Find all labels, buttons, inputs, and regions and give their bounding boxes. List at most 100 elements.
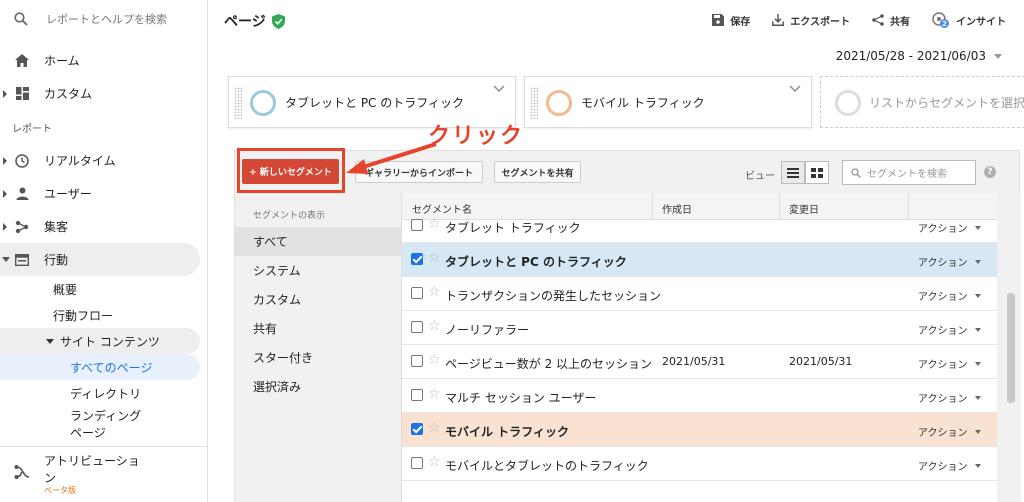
expand-caret-icon: [3, 89, 7, 98]
page-title-text: ページ: [224, 14, 266, 30]
filter-all[interactable]: すべて: [235, 227, 401, 256]
filter-selected[interactable]: 選択済み: [235, 372, 401, 401]
row-checkbox[interactable]: [411, 287, 423, 299]
table-row[interactable]: ☆ マルチ セッション ユーザー アクション: [402, 379, 997, 413]
table-row[interactable]: ☆ トランザクションの発生したセッション アクション: [402, 277, 997, 311]
modified-date: 2021/05/31: [789, 355, 853, 368]
row-checkbox[interactable]: [411, 457, 423, 469]
share-icon: [872, 14, 884, 26]
sidebar-item-behavior-flow[interactable]: 行動フロー: [0, 302, 207, 328]
insights-button[interactable]: 2 インサイト: [932, 12, 1006, 28]
segment-name: ページビュー数が 2 以上のセッション: [445, 357, 653, 371]
report-search[interactable]: レポートとヘルプを検索: [0, 0, 207, 38]
verified-shield-icon: [271, 13, 285, 29]
star-icon[interactable]: ☆: [428, 387, 441, 401]
action-menu[interactable]: アクション: [918, 356, 981, 371]
action-menu[interactable]: アクション: [918, 458, 981, 473]
filter-system[interactable]: システム: [235, 256, 401, 285]
date-range-text: 2021/05/28 - 2021/06/03: [835, 49, 986, 63]
segment-name: マルチ セッション ユーザー: [445, 391, 597, 405]
sidebar-item-home[interactable]: ホーム: [0, 44, 207, 77]
table-row[interactable]: ☆ タブレット トラフィック アクション: [402, 209, 997, 243]
share-segments-button[interactable]: セグメントを共有: [494, 161, 581, 183]
sidebar-item-users[interactable]: ユーザー: [0, 177, 207, 210]
collapse-caret-icon: [46, 338, 54, 344]
star-icon[interactable]: ☆: [428, 285, 441, 299]
table-row[interactable]: ☆ タブレットと PC のトラフィック アクション: [402, 243, 997, 277]
segment-card-empty[interactable]: リストからセグメントを選択: [820, 76, 1024, 128]
help-icon[interactable]: ?: [984, 166, 996, 178]
star-icon[interactable]: ☆: [428, 251, 441, 265]
drag-handle-icon[interactable]: [234, 87, 242, 119]
row-checkbox[interactable]: [411, 219, 423, 231]
filter-starred[interactable]: スター付き: [235, 343, 401, 372]
row-checkbox[interactable]: [411, 321, 423, 333]
segment-color-indicator: [250, 90, 276, 116]
star-icon[interactable]: ☆: [428, 353, 441, 367]
attribution-icon: [14, 465, 30, 482]
row-checkbox[interactable]: [411, 355, 423, 367]
sidebar-item-directory[interactable]: ディレクトリ: [0, 380, 207, 406]
row-checkbox[interactable]: [411, 389, 423, 401]
grid-view-button[interactable]: [805, 161, 829, 184]
sidebar-item-label: カスタム: [44, 87, 93, 101]
expand-caret-icon: [3, 189, 7, 198]
segment-search-input[interactable]: セグメントを検索: [842, 160, 976, 185]
insights-label: インサイト: [956, 16, 1006, 28]
action-menu[interactable]: アクション: [918, 220, 981, 235]
scroll-thumb[interactable]: [1007, 293, 1015, 403]
table-row[interactable]: ☆ モバイル トラフィック アクション: [402, 413, 997, 447]
star-icon[interactable]: ☆: [428, 421, 441, 435]
action-menu[interactable]: アクション: [918, 322, 981, 337]
sidebar-item-label: 行動: [44, 253, 69, 267]
sidebar: レポートとヘルプを検索 ホーム カスタム レポート リアルタイム ユーザー 集客…: [0, 0, 208, 502]
sidebar-item-label: アトリビューション: [44, 454, 140, 485]
action-menu[interactable]: アクション: [918, 390, 981, 405]
star-icon[interactable]: ☆: [428, 319, 441, 333]
dropdown-caret-icon: [974, 429, 981, 434]
sidebar-item-all-pages[interactable]: すべてのページ: [0, 354, 200, 380]
save-button[interactable]: 保存: [712, 12, 750, 28]
dropdown-caret-icon: [974, 327, 981, 332]
segment-name: タブレットと PC のトラフィック: [445, 255, 627, 269]
table-scrollbar[interactable]: [997, 193, 1021, 502]
row-checkbox[interactable]: [411, 423, 423, 435]
star-icon[interactable]: ☆: [428, 455, 441, 469]
table-row[interactable]: ☆ ノーリファラー アクション: [402, 311, 997, 345]
action-menu[interactable]: アクション: [918, 254, 981, 269]
sidebar-item-behavior[interactable]: 行動: [0, 243, 200, 276]
segment-card-mobile[interactable]: モバイル トラフィック: [524, 76, 812, 128]
sidebar-item-landing-pages[interactable]: ランディング ページ: [0, 406, 145, 444]
click-annotation-label: クリック: [428, 124, 525, 149]
segment-color-indicator: [546, 90, 572, 116]
share-button[interactable]: 共有: [872, 12, 910, 28]
filter-custom[interactable]: カスタム: [235, 285, 401, 314]
sidebar-item-attribution[interactable]: アトリビューション ベータ版: [0, 446, 208, 502]
sidebar-item-custom[interactable]: カスタム: [0, 77, 207, 110]
drag-handle-icon[interactable]: [530, 87, 538, 119]
sidebar-item-realtime[interactable]: リアルタイム: [0, 144, 207, 177]
row-checkbox[interactable]: [411, 253, 423, 265]
sidebar-item-acquisition[interactable]: 集客: [0, 210, 207, 243]
action-label: アクション: [918, 428, 968, 439]
action-menu[interactable]: アクション: [918, 288, 981, 303]
chevron-down-icon[interactable]: [789, 85, 801, 93]
export-button[interactable]: エクスポート: [772, 12, 850, 28]
action-menu[interactable]: アクション: [918, 424, 981, 439]
reports-section-label: レポート: [12, 123, 52, 135]
segment-filter-list: セグメントの表示 すべて システム カスタム 共有 スター付き 選択済み: [235, 193, 401, 502]
table-row[interactable]: ☆ ページビュー数が 2 以上のセッション 2021/05/31 2021/05…: [402, 345, 997, 379]
sidebar-item-label: サイト コンテンツ: [60, 334, 160, 349]
sidebar-item-site-content[interactable]: サイト コンテンツ: [0, 328, 200, 354]
segment-card-label: モバイル トラフィック: [581, 96, 705, 110]
grid-view-icon: [811, 167, 823, 178]
table-row[interactable]: ☆ モバイルとタブレットのトラフィック アクション: [402, 447, 997, 481]
behavior-icon: [14, 252, 30, 268]
list-view-button[interactable]: [781, 161, 805, 184]
star-icon[interactable]: ☆: [428, 217, 441, 231]
date-range-picker[interactable]: 2021/05/28 - 2021/06/03: [836, 49, 1002, 63]
filter-shared[interactable]: 共有: [235, 314, 401, 343]
segment-search-placeholder: セグメントを検索: [867, 169, 947, 180]
chevron-down-icon[interactable]: [493, 85, 505, 93]
sidebar-item-overview[interactable]: 概要: [0, 276, 207, 302]
